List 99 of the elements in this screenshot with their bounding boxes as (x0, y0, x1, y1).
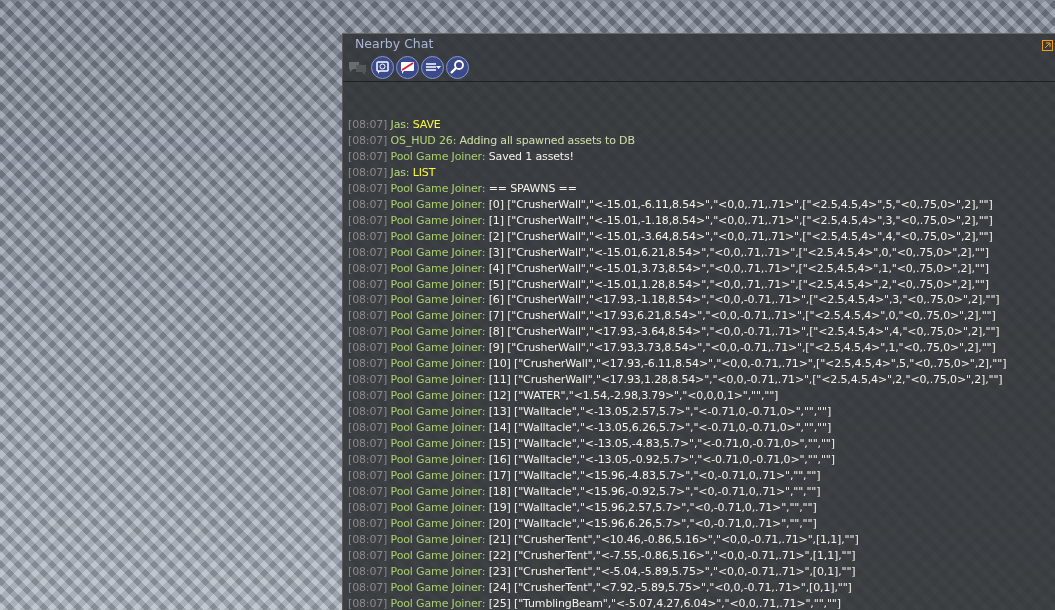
message-text: [24] ["CrusherTent","<7.92,-5.89,5.75>","<0,0,-0.71,.71>",[0,1],""] (488, 580, 852, 594)
message-time: [08:07] (348, 468, 388, 482)
message-text: [10] ["CrusherWall","<17.93,-6.11,8.54>","<0,0,-0.71,.71>",["<2.5,4.5,4>",5,"<0,.75,0>",2],""] (488, 357, 1007, 371)
message-time: [08:07] (348, 213, 388, 227)
message-time: [08:07] (348, 453, 388, 466)
sender-name[interactable]: Jas: (390, 118, 410, 131)
message-time: [08:07] (348, 564, 388, 578)
sender-name[interactable]: Pool Game Joiner: (390, 357, 486, 371)
message-text: [20] ["Walltacle","<15.96,6.26,5.7>","<0,-0.71,0,.71>","",""] (488, 516, 817, 530)
sender-name[interactable]: Pool Game Joiner: (390, 516, 486, 530)
message-time: [08:07] (348, 341, 388, 355)
message-text: [5] ["CrusherWall","<-15.01,1.28,8.54>","<0,0,.71,.71>",["<2.5,4.5,4>",2,"<0,.75,0>",2],""] (488, 277, 989, 291)
message-text: [17] ["Walltacle","<15.96,-4.83,5.7>","<0,-0.71,0,.71>","",""] (488, 468, 821, 482)
sender-name[interactable]: Pool Game Joiner: (390, 277, 486, 291)
message-text: [16] ["Walltacle","<-13.05,-0.92,5.7>","<-0.71,0,-0.71,0>","",""] (488, 453, 835, 466)
chat-bubble-button[interactable] (396, 55, 419, 78)
sender-name[interactable]: Pool Game Joiner: (390, 389, 486, 403)
message-time: [08:07] (348, 261, 388, 275)
sender-name[interactable]: Pool Game Joiner: (390, 197, 486, 211)
message-time: [08:07] (348, 165, 388, 179)
sender-name[interactable]: Pool Game Joiner: (390, 500, 486, 514)
sender-name[interactable]: Pool Game Joiner: (390, 325, 486, 339)
message-text: [22] ["CrusherTent","<-7.55,-0.86,5.16>","<0,0,-0.71,.71>",[1,1],""] (488, 548, 856, 562)
message-text: [9] ["CrusherWall","<17.93,3.73,8.54>","<0,0,-0.71,.71>",["<2.5,4.5,4>",1,"<0,.75,0>",2],""] (488, 341, 996, 355)
sender-name[interactable]: Pool Game Joiner: (390, 437, 486, 451)
message-time: [08:07] (348, 405, 388, 419)
message-time: [08:07] (348, 293, 388, 307)
sender-name[interactable]: Pool Game Joiner: (390, 229, 486, 243)
message-time: [08:07] (348, 245, 388, 259)
sender-name[interactable]: OS_HUD 26: (390, 133, 457, 147)
sender-name[interactable]: Pool Game Joiner: (390, 468, 486, 482)
message-time: [08:07] (348, 437, 388, 451)
message-time: [08:07] (348, 421, 388, 435)
sender-name[interactable]: Jas: (390, 165, 410, 179)
message-text: [7] ["CrusherWall","<17.93,6.21,8.54>","<0,0,-0.71,.71>",["<2.5,4.5,4>",0,"<0,.75,0>",2],""] (488, 309, 996, 323)
message-text: == SPAWNS == (488, 181, 577, 195)
message-text: [18] ["Walltacle","<15.96,-0.92,5.7>","<0,-0.71,0,.71>","",""] (488, 484, 821, 498)
message-time: [08:07] (348, 197, 388, 211)
message-text: [19] ["Walltacle","<15.96,2.57,5.7>","<0,-0.71,0,.71>","",""] (488, 500, 817, 514)
message-time: [08:07] (348, 548, 388, 562)
message-time: [08:07] (348, 580, 388, 594)
window-title: Nearby Chat (354, 35, 434, 52)
message-text: [15] ["Walltacle","<-13.05,-4.83,5.7>","<-0.71,0,-0.71,0>","",""] (488, 437, 835, 451)
message-time: [08:07] (348, 596, 388, 610)
message-time: [08:07] (348, 532, 388, 546)
message-text: Adding all spawned assets to DB (459, 133, 635, 147)
message-text: [25] ["TumblingBeam","<-5.07,4.27,6.04>","<0,0,.71,.71>","",""] (488, 596, 841, 610)
message-time: [08:07] (348, 389, 388, 403)
message-time: [08:07] (348, 118, 388, 131)
list-menu-button[interactable] (421, 55, 444, 78)
message-time: [08:07] (348, 325, 388, 339)
sender-name[interactable]: Pool Game Joiner: (390, 293, 486, 307)
sender-name[interactable]: Pool Game Joiner: (390, 213, 486, 227)
search-button[interactable] (446, 55, 469, 78)
message-time: [08:07] (348, 229, 388, 243)
message-text: SAVE (412, 118, 441, 131)
sender-name[interactable]: Pool Game Joiner: (390, 484, 486, 498)
message-time: [08:07] (348, 357, 388, 371)
message-time: [08:07] (348, 516, 388, 530)
message-text: Saved 1 assets! (488, 149, 574, 163)
message-time: [08:07] (348, 373, 388, 387)
sender-name[interactable]: Pool Game Joiner: (390, 532, 486, 546)
sender-name[interactable]: Pool Game Joiner: (390, 421, 486, 435)
sender-name[interactable]: Pool Game Joiner: (390, 580, 486, 594)
message-time: [08:07] (348, 149, 388, 163)
sender-name[interactable]: Pool Game Joiner: (390, 596, 486, 610)
message-time: [08:07] (348, 181, 388, 195)
message-text: [14] ["Walltacle","<-13.05,6.26,5.7>","<-0.71,0,-0.71,0>","",""] (488, 421, 832, 435)
sender-name[interactable]: Pool Game Joiner: (390, 453, 486, 466)
message-text: [13] ["Walltacle","<-13.05,2.57,5.7>","<-0.71,0,-0.71,0>","",""] (488, 405, 832, 419)
sender-name[interactable]: Pool Game Joiner: (390, 245, 486, 259)
message-text: LIST (412, 165, 436, 179)
message-text: [23] ["CrusherTent","<-5.04,-5.89,5.75>","<0,0,-0.71,.71>",[0,1],""] (488, 564, 856, 578)
message-text: [12] ["WATER","<1.54,-2.98,3.79>","<0,0,0,1>","",""] (488, 389, 779, 403)
sender-name[interactable]: Pool Game Joiner: (390, 181, 486, 195)
message-time: [08:07] (348, 500, 388, 514)
message-text: [0] ["CrusherWall","<-15.01,-6.11,8.54>","<0,0,.71,.71>",["<2.5,4.5,4>",5,"<0,.75,0>",2],""] (488, 197, 993, 211)
undock-icon[interactable] (1042, 40, 1053, 51)
sender-name[interactable]: Pool Game Joiner: (390, 373, 486, 387)
message-text: [3] ["CrusherWall","<-15.01,6.21,8.54>","<0,0,.71,.71>",["<2.5,4.5,4>",0,"<0,.75,0>",2],""] (488, 245, 989, 259)
sender-name[interactable]: Pool Game Joiner: (390, 149, 486, 163)
message-text: [2] ["CrusherWall","<-15.01,-3.64,8.54>","<0,0,.71,.71>",["<2.5,4.5,4>",4,"<0,.75,0>",2],""] (488, 229, 993, 243)
message-text: [1] ["CrusherWall","<-15.01,-1.18,8.54>","<0,0,.71,.71>",["<2.5,4.5,4>",3,"<0,.75,0>",2],""] (488, 213, 993, 227)
sender-name[interactable]: Pool Game Joiner: (390, 261, 486, 275)
message-text: [6] ["CrusherWall","<17.93,-1.18,8.54>","<0,0,-0.71,.71>",["<2.5,4.5,4>",3,"<0,.75,0>",2],""] (488, 293, 1000, 307)
sender-name[interactable]: Pool Game Joiner: (390, 405, 486, 419)
message-text: [4] ["CrusherWall","<-15.01,3.73,8.54>","<0,0,.71,.71>",["<2.5,4.5,4>",1,"<0,.75,0>",2],""] (488, 261, 989, 275)
message-time: [08:07] (348, 309, 388, 323)
sender-name[interactable]: Pool Game Joiner: (390, 309, 486, 323)
sender-name[interactable]: Pool Game Joiner: (390, 341, 486, 355)
message-text: [11] ["CrusherWall","<17.93,1.28,8.54>","<0,0,-0.71,.71>",["<2.5,4.5,4>",2,"<0,.75,0>",2],""] (488, 373, 1003, 387)
sender-name[interactable]: Pool Game Joiner: (390, 564, 486, 578)
message-time: [08:07] (348, 133, 388, 147)
message-text: [8] ["CrusherWall","<17.93,-3.64,8.54>","<0,0,-0.71,.71>",["<2.5,4.5,4>",4,"<0,.75,0>",2],""] (488, 325, 1000, 339)
message-text: [21] ["CrusherTent","<10.46,-0.86,5.16>","<0,0,-0.71,.71>",[1,1],""] (488, 532, 859, 546)
sender-name[interactable]: Pool Game Joiner: (390, 548, 486, 562)
message-time: [08:07] (348, 484, 388, 498)
message-time: [08:07] (348, 277, 388, 291)
history-button[interactable] (371, 55, 394, 78)
